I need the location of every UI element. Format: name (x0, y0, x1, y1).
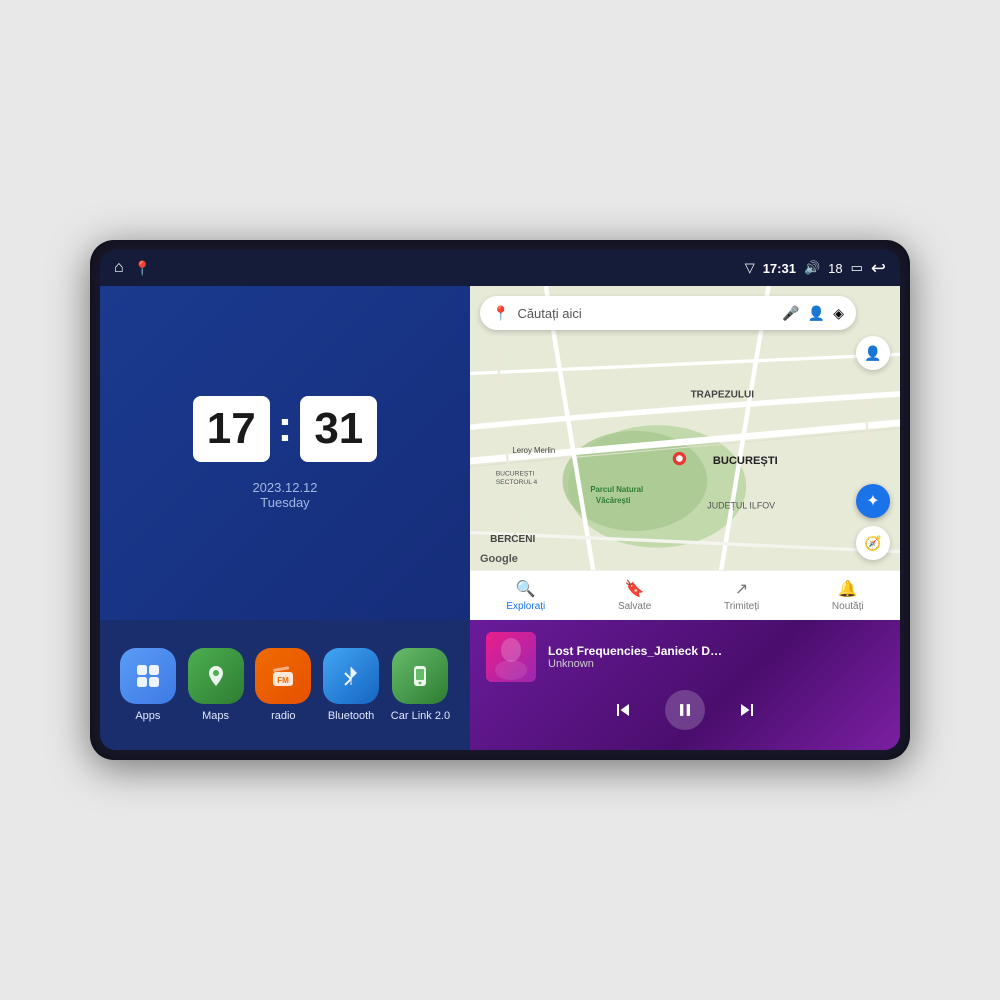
map-nav-send[interactable]: ↗ Trimiteți (724, 579, 759, 612)
status-left-icons: ⌂ 📍 (114, 259, 151, 277)
microphone-icon[interactable]: 🎤 (782, 305, 799, 322)
svg-text:BUCUREȘTI: BUCUREȘTI (496, 470, 535, 477)
device-screen: ⌂ 📍 ▽ 17:31 🔊 18 ▭ ↩ 17 (100, 250, 900, 750)
battery-icon: ▭ (851, 260, 863, 276)
carlink-icon (392, 648, 448, 704)
music-text: Lost Frequencies_Janieck Devy-... Unknow… (548, 644, 884, 670)
my-location-icon: ✦ (866, 491, 879, 511)
map-mylocation-button[interactable]: ✦ (856, 484, 890, 518)
maps-icon (188, 648, 244, 704)
shortcut-radio[interactable]: FM radio (255, 648, 311, 722)
maps-label: Maps (202, 710, 229, 722)
shortcut-bluetooth[interactable]: Bluetooth (323, 648, 379, 722)
explore-label: Explorați (506, 601, 545, 612)
map-widget[interactable]: TRAPEZULUI BUCUREȘTI JUDEȚUL ILFOV BERCE… (470, 286, 900, 620)
clock-minutes-block: 31 (300, 396, 377, 462)
explore-icon: 🔍 (516, 579, 536, 599)
svg-text:BERCENI: BERCENI (490, 534, 535, 545)
music-play-button[interactable] (665, 690, 705, 730)
clock-widget: 17 : 31 2023.12.12 Tuesday (100, 286, 470, 620)
news-label: Noutăți (832, 601, 864, 612)
home-icon[interactable]: ⌂ (114, 259, 124, 277)
shortcut-maps[interactable]: Maps (188, 648, 244, 722)
send-label: Trimiteți (724, 601, 759, 612)
svg-text:FM: FM (278, 676, 290, 685)
music-next-button[interactable] (735, 698, 759, 722)
svg-text:Văcărești: Văcărești (596, 496, 631, 505)
music-title: Lost Frequencies_Janieck Devy-... (548, 644, 728, 658)
bluetooth-icon (323, 648, 379, 704)
radio-label: radio (271, 710, 295, 722)
saved-icon: 🔖 (625, 579, 645, 599)
map-nav-news[interactable]: 🔔 Noutăți (832, 579, 864, 612)
svg-text:Leroy Merlin: Leroy Merlin (512, 446, 555, 455)
map-nav-saved[interactable]: 🔖 Salvate (618, 579, 651, 612)
status-bar: ⌂ 📍 ▽ 17:31 🔊 18 ▭ ↩ (100, 250, 900, 286)
bluetooth-label: Bluetooth (328, 710, 374, 722)
clock-colon: : (278, 402, 293, 452)
clock-date: 2023.12.12 Tuesday (252, 480, 317, 510)
back-icon[interactable]: ↩ (871, 258, 886, 279)
carlink-label: Car Link 2.0 (391, 710, 450, 722)
map-compass-button[interactable]: 🧭 (856, 526, 890, 560)
svg-text:Parcul Natural: Parcul Natural (590, 485, 643, 494)
time-display: 17:31 (763, 261, 796, 276)
volume-level: 18 (828, 261, 842, 276)
map-search-bar[interactable]: 📍 Căutați aici 🎤 👤 ◈ (480, 296, 856, 330)
clock-minutes: 31 (314, 404, 363, 453)
music-artist: Unknown (548, 658, 884, 670)
map-search-placeholder: Căutați aici (517, 306, 774, 321)
clock-hours: 17 (207, 404, 256, 453)
music-widget: Lost Frequencies_Janieck Devy-... Unknow… (470, 620, 900, 750)
svg-text:JUDEȚUL ILFOV: JUDEȚUL ILFOV (707, 501, 775, 511)
left-panel: 17 : 31 2023.12.12 Tuesday (100, 286, 470, 750)
music-info-row: Lost Frequencies_Janieck Devy-... Unknow… (486, 632, 884, 682)
clock-hours-block: 17 (193, 396, 270, 462)
car-screen-device: ⌂ 📍 ▽ 17:31 🔊 18 ▭ ↩ 17 (90, 240, 910, 760)
compass-icon: 🧭 (864, 535, 881, 552)
send-icon: ↗ (735, 579, 748, 599)
maps-location-icon: 📍 (492, 305, 509, 322)
map-nav-explore[interactable]: 🔍 Explorați (506, 579, 545, 612)
music-controls (486, 690, 884, 730)
news-icon: 🔔 (838, 579, 858, 599)
apps-icon (120, 648, 176, 704)
clock-day: Tuesday (252, 495, 317, 510)
svg-text:BUCUREȘTI: BUCUREȘTI (713, 455, 778, 467)
svg-text:SECTORUL 4: SECTORUL 4 (496, 479, 538, 486)
shortcuts-row: Apps Maps (100, 620, 470, 750)
shortcut-carlink[interactable]: Car Link 2.0 (391, 648, 450, 722)
clock-display: 17 : 31 (193, 396, 378, 462)
music-thumb-image (486, 632, 536, 682)
account-circle-icon: 👤 (864, 345, 881, 362)
svg-text:TRAPEZULUI: TRAPEZULUI (691, 389, 755, 400)
main-content: 17 : 31 2023.12.12 Tuesday (100, 286, 900, 750)
volume-icon: 🔊 (804, 260, 820, 276)
map-account-button[interactable]: 👤 (856, 336, 890, 370)
right-panel: TRAPEZULUI BUCUREȘTI JUDEȚUL ILFOV BERCE… (470, 286, 900, 750)
clock-date-value: 2023.12.12 (252, 480, 317, 495)
status-right-info: ▽ 17:31 🔊 18 ▭ ↩ (745, 258, 886, 279)
account-icon[interactable]: 👤 (808, 305, 825, 322)
shortcut-apps[interactable]: Apps (120, 648, 176, 722)
google-logo: Google (480, 553, 518, 565)
layers-icon[interactable]: ◈ (833, 305, 844, 322)
music-thumbnail (486, 632, 536, 682)
maps-pin-icon[interactable]: 📍 (134, 260, 151, 277)
music-prev-button[interactable] (611, 698, 635, 722)
radio-icon: FM (255, 648, 311, 704)
apps-label: Apps (135, 710, 160, 722)
map-bottom-nav: 🔍 Explorați 🔖 Salvate ↗ Trimiteți 🔔 (470, 570, 900, 620)
saved-label: Salvate (618, 601, 651, 612)
signal-icon: ▽ (745, 260, 755, 276)
